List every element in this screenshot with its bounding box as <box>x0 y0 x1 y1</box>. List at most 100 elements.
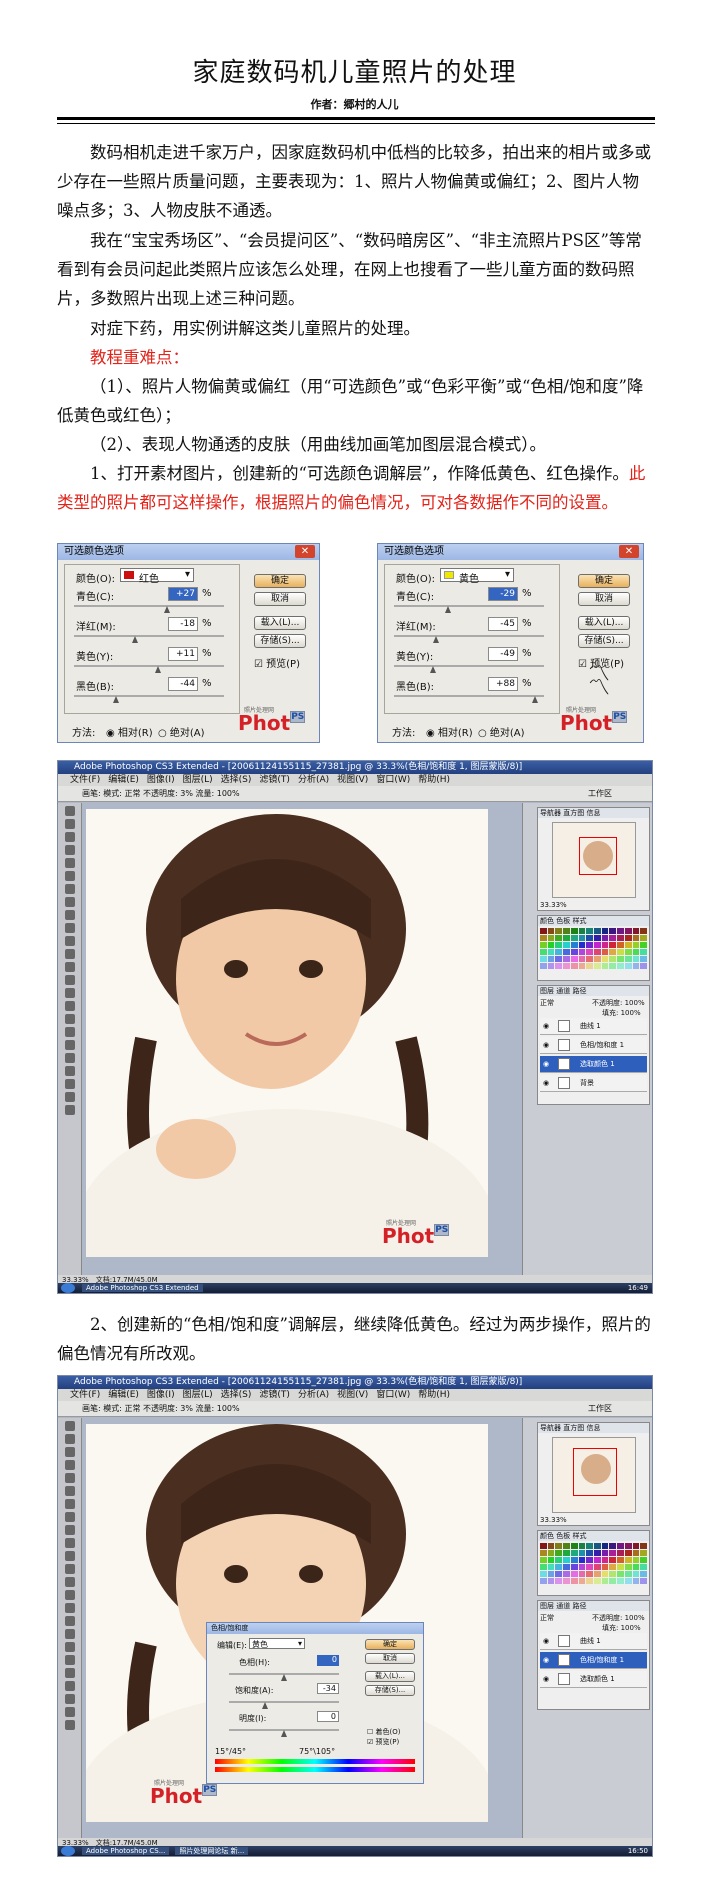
swatch-cell[interactable] <box>540 963 547 969</box>
tool-icon[interactable] <box>64 1027 75 1037</box>
swatch-cell[interactable] <box>617 1564 624 1570</box>
tool-icon[interactable] <box>64 1066 75 1076</box>
adjust-slider-track[interactable] <box>74 665 224 667</box>
workspace-button[interactable]: 工作区 <box>588 1401 612 1417</box>
swatch-cell[interactable] <box>547 928 555 934</box>
cancel-button[interactable]: 取消 <box>254 592 306 606</box>
swatch-cell[interactable] <box>617 1543 624 1549</box>
swatch-cell[interactable] <box>586 942 593 948</box>
start-orb-icon[interactable] <box>61 1283 75 1293</box>
menu-item[interactable]: 编辑(E) <box>108 775 139 785</box>
eye-icon[interactable]: ◉ <box>543 1037 549 1054</box>
swatch-cell[interactable] <box>570 956 578 962</box>
swatch-cell[interactable] <box>609 1543 617 1549</box>
tool-icon[interactable] <box>64 806 75 816</box>
fill-field[interactable]: 填充: 100% <box>602 1623 641 1633</box>
taskbar-item-photoshop[interactable]: Adobe Photoshop CS... <box>82 1847 170 1855</box>
tool-icon[interactable] <box>64 832 75 842</box>
swatch-cell[interactable] <box>594 935 601 941</box>
swatch-cell[interactable] <box>594 1557 601 1563</box>
menu-item[interactable]: 图像(I) <box>147 1390 175 1400</box>
layer-row[interactable]: ◉ 背景 <box>540 1075 647 1092</box>
swatch-cell[interactable] <box>547 935 555 941</box>
tool-icon[interactable] <box>64 1460 75 1470</box>
hue-input[interactable]: 0 <box>317 1655 339 1666</box>
swatch-cell[interactable] <box>601 935 609 941</box>
swatch-cell[interactable] <box>578 1578 586 1584</box>
layers-tabs[interactable]: 图层 通道 路径 <box>538 986 649 996</box>
saturation-input[interactable]: -34 <box>317 1683 339 1694</box>
eye-icon[interactable]: ◉ <box>543 1652 549 1669</box>
swatch-cell[interactable] <box>640 928 647 934</box>
tool-icon[interactable] <box>64 1105 75 1115</box>
tool-icon[interactable] <box>64 884 75 894</box>
tool-icon[interactable] <box>64 858 75 868</box>
swatch-cell[interactable] <box>555 928 563 934</box>
swatch-cell[interactable] <box>640 1543 647 1549</box>
swatch-cell[interactable] <box>555 949 563 955</box>
swatch-cell[interactable] <box>578 1571 586 1577</box>
eye-icon[interactable]: ◉ <box>543 1056 549 1073</box>
swatch-cell[interactable] <box>624 1578 632 1584</box>
swatch-cell[interactable] <box>563 1550 570 1556</box>
menu-item[interactable]: 分析(A) <box>298 1390 329 1400</box>
swatch-cell[interactable] <box>632 956 640 962</box>
swatch-cell[interactable] <box>563 963 570 969</box>
adjust-slider-track[interactable] <box>394 635 544 637</box>
menu-item[interactable]: 选择(S) <box>221 1390 252 1400</box>
adjust-input[interactable]: -29 <box>488 587 518 601</box>
swatch-cell[interactable] <box>578 928 586 934</box>
swatch-cell[interactable] <box>586 1550 593 1556</box>
load-button[interactable]: 载入(L)... <box>365 1671 415 1682</box>
swatch-cell[interactable] <box>563 956 570 962</box>
menu-item[interactable]: 帮助(H) <box>418 775 450 785</box>
tool-icon[interactable] <box>64 1564 75 1574</box>
menu-item[interactable]: 编辑(E) <box>108 1390 139 1400</box>
swatch-cell[interactable] <box>640 1564 647 1570</box>
swatch-cell[interactable] <box>594 942 601 948</box>
adjust-input[interactable]: -45 <box>488 617 518 631</box>
tool-icon[interactable] <box>64 1603 75 1613</box>
swatch-tabs[interactable]: 颜色 色板 样式 <box>538 916 649 926</box>
tool-icon[interactable] <box>64 897 75 907</box>
swatch-cell[interactable] <box>563 949 570 955</box>
swatch-cell[interactable] <box>617 1571 624 1577</box>
swatch-cell[interactable] <box>601 1557 609 1563</box>
fill-field[interactable]: 填充: 100% <box>602 1008 641 1018</box>
swatch-cell[interactable] <box>624 942 632 948</box>
swatch-cell[interactable] <box>601 963 609 969</box>
swatch-cell[interactable] <box>540 1564 547 1570</box>
tool-icon[interactable] <box>64 1694 75 1704</box>
swatch-cell[interactable] <box>540 935 547 941</box>
tool-icon[interactable] <box>64 1629 75 1639</box>
swatch-cell[interactable] <box>632 935 640 941</box>
tool-icon[interactable] <box>64 1499 75 1509</box>
swatch-cell[interactable] <box>570 1571 578 1577</box>
swatch-cell[interactable] <box>555 1564 563 1570</box>
swatch-cell[interactable] <box>632 949 640 955</box>
swatch-cell[interactable] <box>547 1550 555 1556</box>
menu-item[interactable]: 视图(V) <box>337 775 368 785</box>
tool-icon[interactable] <box>64 1040 75 1050</box>
swatch-cell[interactable] <box>547 1557 555 1563</box>
eye-icon[interactable]: ◉ <box>543 1633 549 1650</box>
swatch-cell[interactable] <box>640 1571 647 1577</box>
tool-icon[interactable] <box>64 1486 75 1496</box>
swatch-cell[interactable] <box>586 935 593 941</box>
swatch-cell[interactable] <box>640 1557 647 1563</box>
swatch-cell[interactable] <box>632 1543 640 1549</box>
swatch-cell[interactable] <box>640 935 647 941</box>
swatch-cell[interactable] <box>632 1564 640 1570</box>
tool-icon[interactable] <box>64 910 75 920</box>
tool-icon[interactable] <box>64 1551 75 1561</box>
swatch-cell[interactable] <box>547 956 555 962</box>
save-button[interactable]: 存储(S)... <box>365 1685 415 1696</box>
swatch-cell[interactable] <box>640 949 647 955</box>
blend-mode-select[interactable]: 正常 <box>540 1613 554 1623</box>
swatch-cell[interactable] <box>570 963 578 969</box>
edit-select[interactable]: 黄色 ▾ <box>249 1638 305 1649</box>
navigator-tabs[interactable]: 导航器 直方图 信息 <box>538 808 649 818</box>
adjust-input[interactable]: +11 <box>168 647 198 661</box>
swatch-cell[interactable] <box>609 935 617 941</box>
swatch-cell[interactable] <box>601 1571 609 1577</box>
